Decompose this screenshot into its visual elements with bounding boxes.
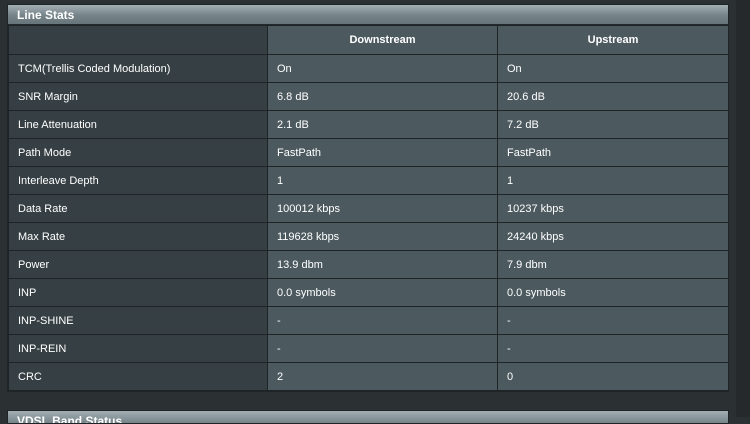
line-stats-title: Line Stats <box>8 5 728 25</box>
upstream-value: 10237 kbps <box>497 194 729 223</box>
downstream-value: FastPath <box>267 138 498 167</box>
table-row: SNR Margin 6.8 dB 20.6 dB <box>8 82 729 111</box>
downstream-value: 13.9 dbm <box>267 250 498 279</box>
vdsl-band-status-panel: VDSL Band Status <box>7 410 729 424</box>
header-downstream: Downstream <box>267 25 498 55</box>
table-row: TCM(Trellis Coded Modulation) On On <box>8 54 729 83</box>
upstream-value: - <box>497 306 729 335</box>
table-header-row: Downstream Upstream <box>8 25 729 55</box>
table-row: Data Rate 100012 kbps 10237 kbps <box>8 194 729 223</box>
downstream-value: 1 <box>267 166 498 195</box>
row-label: Data Rate <box>8 194 268 223</box>
table-row: Max Rate 119628 kbps 24240 kbps <box>8 222 729 251</box>
downstream-value: 2 <box>267 362 498 391</box>
upstream-value: - <box>497 334 729 363</box>
downstream-value: 119628 kbps <box>267 222 498 251</box>
table-row: CRC 2 0 <box>8 362 729 391</box>
upstream-value: 1 <box>497 166 729 195</box>
page-right-edge <box>736 0 750 417</box>
row-label: Path Mode <box>8 138 268 167</box>
downstream-value: - <box>267 306 498 335</box>
downstream-value: - <box>267 334 498 363</box>
row-label: INP <box>8 278 268 307</box>
table-row: INP 0.0 symbols 0.0 symbols <box>8 278 729 307</box>
row-label: Line Attenuation <box>8 110 268 139</box>
upstream-value: 7.2 dB <box>497 110 729 139</box>
row-label: INP-SHINE <box>8 306 268 335</box>
upstream-value: FastPath <box>497 138 729 167</box>
header-upstream: Upstream <box>497 25 729 55</box>
upstream-value: 0 <box>497 362 729 391</box>
line-stats-table: Downstream Upstream TCM(Trellis Coded Mo… <box>8 25 729 391</box>
upstream-value: 24240 kbps <box>497 222 729 251</box>
table-row: Path Mode FastPath FastPath <box>8 138 729 167</box>
downstream-value: 100012 kbps <box>267 194 498 223</box>
downstream-value: 6.8 dB <box>267 82 498 111</box>
downstream-value: 2.1 dB <box>267 110 498 139</box>
row-label: Max Rate <box>8 222 268 251</box>
row-label: Power <box>8 250 268 279</box>
upstream-value: 20.6 dB <box>497 82 729 111</box>
line-stats-panel: Line Stats Downstream Upstream TCM(Trell… <box>7 4 729 392</box>
downstream-value: On <box>267 54 498 83</box>
line-stats-rows: TCM(Trellis Coded Modulation) On On SNR … <box>8 54 729 391</box>
row-label: Interleave Depth <box>8 166 268 195</box>
table-row: INP-SHINE - - <box>8 306 729 335</box>
table-row: Line Attenuation 2.1 dB 7.2 dB <box>8 110 729 139</box>
table-row: INP-REIN - - <box>8 334 729 363</box>
row-label: SNR Margin <box>8 82 268 111</box>
table-row: Power 13.9 dbm 7.9 dbm <box>8 250 729 279</box>
upstream-value: 0.0 symbols <box>497 278 729 307</box>
downstream-value: 0.0 symbols <box>267 278 498 307</box>
upstream-value: 7.9 dbm <box>497 250 729 279</box>
row-label: INP-REIN <box>8 334 268 363</box>
table-row: Interleave Depth 1 1 <box>8 166 729 195</box>
upstream-value: On <box>497 54 729 83</box>
row-label: TCM(Trellis Coded Modulation) <box>8 54 268 83</box>
header-corner-cell <box>8 25 268 55</box>
row-label: CRC <box>8 362 268 391</box>
vdsl-band-status-title: VDSL Band Status <box>17 414 123 424</box>
